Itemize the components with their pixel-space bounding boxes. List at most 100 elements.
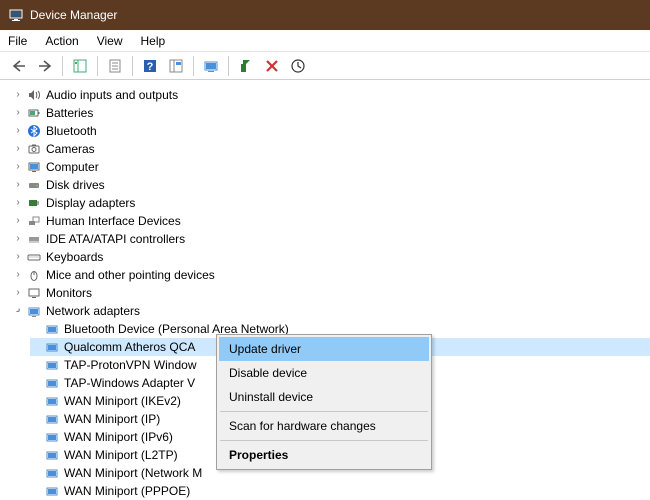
monitor-icon [26, 285, 42, 301]
tree-item-ide[interactable]: › IDE ATA/ATAPI controllers [12, 230, 650, 248]
tree-item-label: Display adapters [46, 196, 135, 210]
ctx-update-driver[interactable]: Update driver [219, 337, 429, 361]
tree-item-audio[interactable]: › Audio inputs and outputs [12, 86, 650, 104]
ctx-properties[interactable]: Properties [219, 443, 429, 467]
tree-item-network[interactable]: › Network adapters [12, 302, 650, 320]
toolbar-separator [97, 56, 98, 76]
tree-item-label: Monitors [46, 286, 92, 300]
tree-item-label: Bluetooth [46, 124, 97, 138]
tree-item-label: Disk drives [46, 178, 105, 192]
toolbar-separator [228, 56, 229, 76]
tree-item-label: Network adapters [46, 304, 140, 318]
expand-icon[interactable]: › [12, 269, 24, 281]
tree-item-bluetooth[interactable]: › Bluetooth [12, 122, 650, 140]
tree-item-computer[interactable]: › Computer [12, 158, 650, 176]
expand-icon[interactable]: › [12, 89, 24, 101]
disable-device-button[interactable] [287, 55, 309, 77]
expand-icon[interactable]: › [12, 125, 24, 137]
tree-item-label: TAP-Windows Adapter V [64, 376, 195, 390]
menu-file[interactable]: File [8, 34, 27, 48]
tree-item-label: WAN Miniport (IPv6) [64, 430, 173, 444]
tree-item-label: TAP-ProtonVPN Window [64, 358, 197, 372]
context-menu: Update driver Disable device Uninstall d… [216, 334, 432, 470]
tree-item-keyboards[interactable]: › Keyboards [12, 248, 650, 266]
expand-icon[interactable]: › [12, 251, 24, 263]
titlebar: Device Manager [0, 0, 650, 30]
show-hide-tree-button[interactable] [69, 55, 91, 77]
tree-item-monitors[interactable]: › Monitors [12, 284, 650, 302]
update-driver-button[interactable] [200, 55, 222, 77]
ctx-scan-hardware[interactable]: Scan for hardware changes [219, 414, 429, 438]
network-adapter-icon [44, 375, 60, 391]
tree-item-label: Cameras [46, 142, 95, 156]
menu-action[interactable]: Action [45, 34, 78, 48]
expand-icon[interactable]: › [12, 179, 24, 191]
network-adapter-icon [44, 357, 60, 373]
expand-icon[interactable]: › [12, 161, 24, 173]
uninstall-device-button[interactable] [261, 55, 283, 77]
toolbar-separator [132, 56, 133, 76]
hid-icon [26, 213, 42, 229]
tree-item-disk[interactable]: › Disk drives [12, 176, 650, 194]
ctx-uninstall-device[interactable]: Uninstall device [219, 385, 429, 409]
tree-item-label: Keyboards [46, 250, 103, 264]
back-button[interactable] [8, 55, 30, 77]
app-icon [8, 7, 24, 23]
network-adapter-icon [26, 303, 42, 319]
disk-icon [26, 177, 42, 193]
tree-item-cameras[interactable]: › Cameras [12, 140, 650, 158]
expand-icon[interactable]: › [12, 197, 24, 209]
tree-item-batteries[interactable]: › Batteries [12, 104, 650, 122]
network-adapter-icon [44, 483, 60, 499]
toolbar-separator [193, 56, 194, 76]
svg-text:?: ? [147, 61, 154, 73]
collapse-icon[interactable]: › [10, 303, 27, 320]
expand-icon[interactable]: › [12, 233, 24, 245]
ctx-separator [220, 440, 428, 441]
expand-icon[interactable]: › [12, 143, 24, 155]
tree-item-label: Audio inputs and outputs [46, 88, 178, 102]
tree-item-label: WAN Miniport (L2TP) [64, 448, 178, 462]
device-tree[interactable]: › Audio inputs and outputs › Batteries ›… [0, 80, 650, 500]
tree-item-network-wan-pppoe[interactable]: WAN Miniport (PPPOE) [30, 482, 650, 500]
forward-button[interactable] [34, 55, 56, 77]
tree-item-label: Mice and other pointing devices [46, 268, 215, 282]
keyboard-icon [26, 249, 42, 265]
ctx-disable-device[interactable]: Disable device [219, 361, 429, 385]
expand-icon[interactable]: › [12, 215, 24, 227]
tree-item-label: Computer [46, 160, 99, 174]
enable-device-button[interactable] [235, 55, 257, 77]
network-adapter-icon [44, 411, 60, 427]
properties-button[interactable] [104, 55, 126, 77]
ide-icon [26, 231, 42, 247]
network-adapter-icon [44, 429, 60, 445]
bluetooth-icon [26, 123, 42, 139]
tree-item-mice[interactable]: › Mice and other pointing devices [12, 266, 650, 284]
menu-view[interactable]: View [97, 34, 123, 48]
menubar: File Action View Help [0, 30, 650, 52]
tree-item-label: Batteries [46, 106, 93, 120]
expand-icon[interactable]: › [12, 287, 24, 299]
tree-item-label: Human Interface Devices [46, 214, 181, 228]
tree-item-label: WAN Miniport (PPPOE) [64, 484, 190, 498]
network-adapter-icon [44, 465, 60, 481]
tree-item-display[interactable]: › Display adapters [12, 194, 650, 212]
tree-item-label: WAN Miniport (Network M [64, 466, 202, 480]
network-adapter-icon [44, 321, 60, 337]
ctx-separator [220, 411, 428, 412]
menu-help[interactable]: Help [141, 34, 166, 48]
battery-icon [26, 105, 42, 121]
tree-item-hid[interactable]: › Human Interface Devices [12, 212, 650, 230]
help-button[interactable]: ? [139, 55, 161, 77]
toolbar-separator [62, 56, 63, 76]
expand-icon[interactable]: › [12, 107, 24, 119]
tree-item-label: WAN Miniport (IP) [64, 412, 160, 426]
toolbar: ? [0, 52, 650, 80]
computer-icon [26, 159, 42, 175]
mouse-icon [26, 267, 42, 283]
scan-button[interactable] [165, 55, 187, 77]
tree-item-label: Qualcomm Atheros QCA [64, 340, 195, 354]
network-adapter-icon [44, 393, 60, 409]
tree-item-label: IDE ATA/ATAPI controllers [46, 232, 185, 246]
network-adapter-icon [44, 339, 60, 355]
